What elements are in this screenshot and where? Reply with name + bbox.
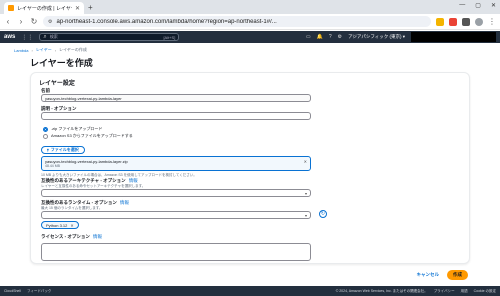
forward-icon[interactable]: › <box>17 17 25 26</box>
create-button[interactable]: 作成 <box>447 270 468 280</box>
window-controls: — ▢ ✕ <box>459 2 496 9</box>
radio-selected-icon <box>43 126 48 132</box>
name-value: yasuyon-techblog-vertexai-py-lambda-laye… <box>45 95 122 101</box>
choose-file-button[interactable]: ⤒ ファイルを選択 <box>41 146 85 154</box>
browser-tab[interactable]: レイヤーの作成 | レイヤー | Lambda ✕ <box>4 2 84 14</box>
breadcrumb-current: レイヤーの作成 <box>59 47 87 52</box>
url-text: ap-northeast-1.console.aws.amazon.com/la… <box>56 18 277 25</box>
bookmark-star-icon[interactable] <box>436 17 444 26</box>
browser-toolbar: ‹ › ↻ ⚙ ap-northeast-1.console.aws.amazo… <box>0 14 500 30</box>
chevron-right-icon: › <box>31 47 33 53</box>
region-selector[interactable]: アジアパシフィック (東京) ▾ <box>348 34 405 40</box>
feedback-link[interactable]: フィードバック <box>27 289 51 294</box>
form-actions: キャンセル 作成 <box>417 270 468 280</box>
extension-icon[interactable] <box>449 17 457 26</box>
chevron-down-icon: ▾ <box>304 212 307 218</box>
page-title: レイヤーを作成 <box>30 58 93 68</box>
tab-title: レイヤーの作成 | レイヤー | Lambda <box>17 5 72 12</box>
layer-settings-panel: レイヤー設定 名前 yasuyon-techblog-vertexai-py-l… <box>30 72 470 264</box>
search-placeholder: 検索 <box>49 34 58 39</box>
cookie-settings-link[interactable]: Cookie の設定 <box>474 289 496 294</box>
cloudshell-icon[interactable]: ▭ <box>306 34 311 40</box>
file-size: 48.44 MB <box>45 164 60 168</box>
radio-unselected-icon <box>43 133 48 139</box>
aws-header-right: ▭ 🔔 ? ⚙ アジアパシフィック (東京) ▾ <box>306 32 496 42</box>
aws-header: aws ⋮⋮ ⌕ 検索 [Alt+S] ▭ 🔔 ? ⚙ アジアパシフィック (東… <box>0 31 500 43</box>
radio-upload-s3-label: Amazon S3 からファイルをアップロードする <box>51 133 133 138</box>
address-bar[interactable]: ⚙ ap-northeast-1.console.aws.amazon.com/… <box>43 16 431 27</box>
license-info-link[interactable]: 情報 <box>93 234 102 239</box>
help-icon[interactable]: ? <box>329 34 332 40</box>
maximize-icon[interactable]: ▢ <box>475 2 481 9</box>
architecture-select[interactable]: ▾ <box>41 189 311 197</box>
name-input[interactable]: yasuyon-techblog-vertexai-py-lambda-laye… <box>41 94 311 102</box>
terms-link[interactable]: 用語 <box>461 289 468 294</box>
minimize-icon[interactable]: — <box>459 2 465 9</box>
close-window-icon[interactable]: ✕ <box>491 2 496 9</box>
reload-icon[interactable]: ↻ <box>30 17 38 26</box>
breadcrumb-lambda[interactable]: Lambda <box>14 48 28 53</box>
refresh-runtimes-icon[interactable]: ↻ <box>319 210 327 218</box>
section-title: レイヤー設定 <box>39 81 75 87</box>
description-input[interactable] <box>41 112 311 120</box>
notifications-bell-icon[interactable]: 🔔 <box>317 34 323 40</box>
search-shortcut: [Alt+S] <box>163 34 176 40</box>
services-grid-icon[interactable]: ⋮⋮ <box>21 34 33 41</box>
extensions-menu-icon[interactable] <box>462 17 470 26</box>
back-icon[interactable]: ‹ <box>4 17 12 26</box>
browser-tabstrip: レイヤーの作成 | レイヤー | Lambda ✕ + — ▢ ✕ <box>0 0 500 14</box>
cancel-button[interactable]: キャンセル <box>417 272 440 278</box>
license-label: ライセンス - オプション 情報 <box>41 234 102 239</box>
license-textarea[interactable] <box>41 243 311 261</box>
runtime-token-label: Python 3.12 <box>46 222 68 228</box>
chevron-right-icon: › <box>54 47 57 53</box>
account-menu[interactable] <box>411 32 496 42</box>
aws-footer: CloudShell フィードバック © 2024, Amazon Web Se… <box>0 286 500 296</box>
selected-file: yasuyon-techblog-vertexai-py-lambda-laye… <box>41 156 311 171</box>
browser-menu-icon[interactable]: ⋮ <box>488 17 496 26</box>
remove-token-icon[interactable]: ✕ <box>70 223 73 228</box>
radio-upload-zip-label: .zip ファイルをアップロード <box>51 126 103 131</box>
profile-avatar[interactable] <box>475 17 483 26</box>
chevron-down-icon: ▾ <box>304 190 307 196</box>
search-icon: ⌕ <box>43 33 47 40</box>
privacy-link[interactable]: プライバシー <box>434 289 455 294</box>
aws-search-input[interactable]: ⌕ 検索 [Alt+S] <box>39 33 180 41</box>
breadcrumb: Lambda › レイヤー › レイヤーの作成 <box>14 47 87 53</box>
radio-upload-zip[interactable]: .zip ファイルをアップロード <box>43 126 102 132</box>
close-tab-icon[interactable]: ✕ <box>75 5 80 12</box>
aws-favicon-icon <box>8 5 14 11</box>
aws-logo[interactable]: aws <box>4 34 15 40</box>
new-tab-icon[interactable]: + <box>88 3 93 12</box>
remove-file-icon[interactable]: ✕ <box>304 159 307 164</box>
breadcrumb-layers[interactable]: レイヤー <box>36 47 52 53</box>
choose-file-label: ファイルを選択 <box>50 147 79 152</box>
site-info-icon[interactable]: ⚙ <box>48 19 52 25</box>
settings-gear-icon[interactable]: ⚙ <box>338 34 342 40</box>
architecture-info-link[interactable]: 情報 <box>129 178 138 183</box>
cloudshell-link[interactable]: CloudShell <box>4 289 21 293</box>
copyright-text: © 2024, Amazon Web Services, Inc. またはその関… <box>335 288 428 293</box>
runtime-token: Python 3.12 ✕ <box>41 221 79 229</box>
radio-upload-s3[interactable]: Amazon S3 からファイルをアップロードする <box>43 133 133 139</box>
runtime-info-link[interactable]: 情報 <box>120 200 129 205</box>
runtime-select[interactable]: ▾ <box>41 211 311 219</box>
upload-icon: ⤒ <box>47 147 49 153</box>
